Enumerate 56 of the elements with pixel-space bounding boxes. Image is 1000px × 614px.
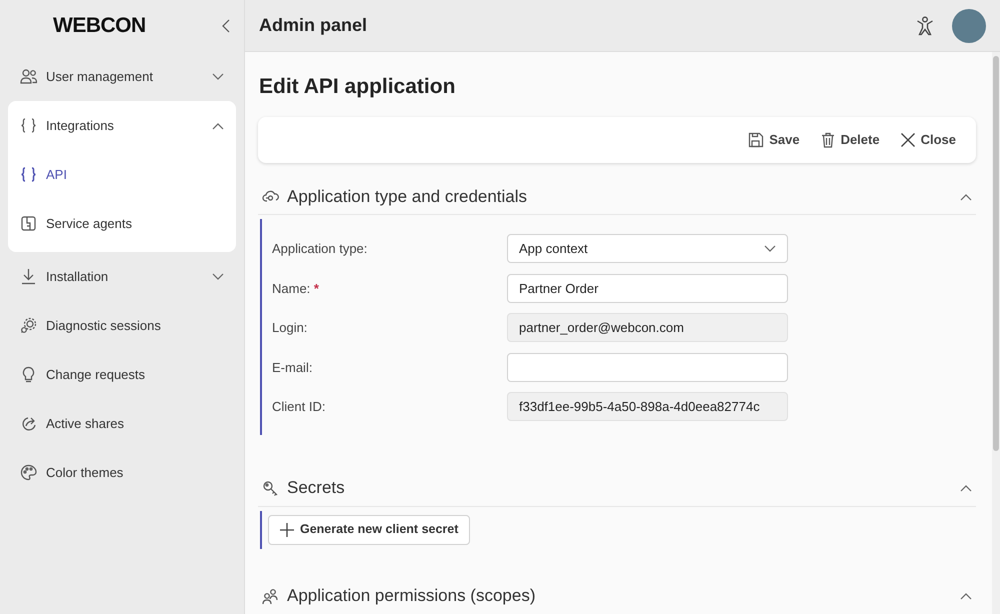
readonly-field: f33df1ee-99b5-4a50-898a-4d0eea82774c: [507, 392, 788, 422]
nav-subitem[interactable]: API: [8, 150, 236, 199]
people-icon: [262, 588, 279, 605]
generate-secret-button[interactable]: Generate new client secret: [268, 514, 470, 545]
readonly-field: partner_order@webcon.com: [507, 313, 788, 342]
download-icon: [20, 268, 37, 285]
gear-search-icon: [20, 317, 37, 334]
required-marker: *: [314, 280, 319, 296]
dropdown-field[interactable]: App context: [507, 234, 788, 264]
delete-button[interactable]: Delete: [814, 126, 886, 154]
nav-item[interactable]: User management: [0, 52, 244, 101]
header-title: Admin panel: [259, 14, 368, 37]
trash-icon: [820, 132, 836, 148]
field-label: Application type:: [272, 241, 368, 256]
share-icon: [20, 415, 37, 432]
nav-subitem[interactable]: Service agents: [8, 199, 236, 248]
collapse-icon[interactable]: [222, 19, 230, 33]
nav-item[interactable]: Diagnostic sessions: [0, 301, 244, 350]
key-icon: [262, 480, 279, 497]
save-button[interactable]: Save: [742, 126, 806, 154]
logo: WEBCON: [53, 13, 146, 40]
section-title: Application type and credentials: [287, 186, 528, 208]
field-label: E-mail:: [272, 360, 312, 375]
accessibility-icon[interactable]: [916, 16, 934, 36]
field-label: Login:: [272, 320, 308, 336]
agent-icon: [20, 215, 37, 232]
nav-item[interactable]: Installation: [0, 252, 244, 301]
lightbulb-icon: [20, 366, 37, 383]
nav-item[interactable]: Active shares: [0, 399, 244, 448]
close-icon: [900, 132, 916, 148]
chevron-down-icon[interactable]: [212, 272, 224, 280]
field-label: Client ID:: [272, 399, 326, 414]
avatar[interactable]: [952, 8, 986, 42]
close-button[interactable]: Close: [894, 126, 962, 154]
palette-icon: [20, 464, 37, 481]
save-icon: [748, 132, 764, 148]
section-title: Application permissions (scopes): [287, 585, 536, 608]
page-title: Edit API application: [259, 74, 456, 100]
field-label: Name:: [272, 280, 310, 296]
input-field[interactable]: Partner Order: [507, 274, 788, 303]
chevron-up-icon[interactable]: [212, 122, 224, 130]
braces-icon: [20, 166, 37, 183]
scrollbar[interactable]: [993, 56, 999, 451]
nav-item[interactable]: Color themes: [0, 448, 244, 497]
chevron-down-icon[interactable]: [212, 72, 224, 80]
chevron-up-icon[interactable]: [960, 192, 972, 201]
chevron-down-icon[interactable]: [764, 244, 776, 253]
section-title: Secrets: [287, 477, 346, 500]
chevron-up-icon[interactable]: [960, 484, 972, 492]
plus-icon: [280, 522, 294, 537]
users-icon: [20, 68, 37, 85]
chevron-up-icon[interactable]: [960, 592, 972, 600]
input-field[interactable]: [507, 352, 788, 382]
nav-item[interactable]: Integrations: [8, 101, 236, 150]
braces-icon: [20, 117, 37, 134]
nav-item[interactable]: Change requests: [0, 350, 244, 399]
